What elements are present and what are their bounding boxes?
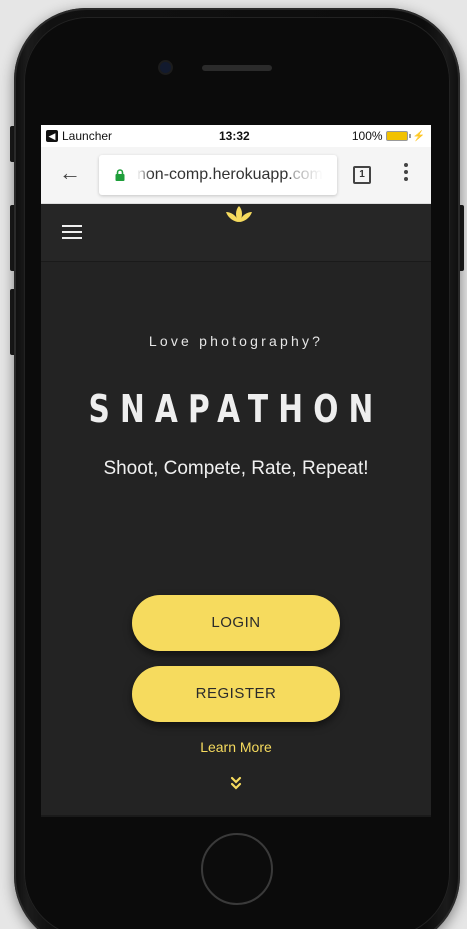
double-chevron-down-icon[interactable]: [230, 776, 242, 790]
back-to-app-icon: ◀: [46, 130, 58, 142]
url-text: non-comp.herokuapp.com: [137, 166, 323, 184]
arrow-left-icon[interactable]: ←: [59, 161, 83, 185]
status-time: 13:32: [219, 129, 250, 143]
vertical-dots-icon[interactable]: [402, 163, 410, 187]
front-camera: [160, 62, 171, 73]
lock-icon: [115, 169, 125, 181]
charging-icon: ⚡: [412, 130, 425, 142]
tab-switcher-button[interactable]: 1: [353, 166, 371, 184]
browser-toolbar: ← non-comp.herokuapp.com 1: [41, 147, 431, 204]
url-host: non-comp.herokuapp.: [137, 166, 293, 183]
battery-icon: [385, 131, 411, 141]
battery-status: 100% ⚡: [352, 129, 425, 143]
home-button[interactable]: [201, 833, 273, 905]
launcher-label: Launcher: [62, 129, 113, 143]
app-header: [41, 204, 431, 262]
screen: ◀ Launcher 13:32 100% ⚡ ← non-comp.herok…: [41, 125, 431, 817]
tagline: Love photography?: [148, 333, 324, 349]
battery-percent: 100%: [351, 129, 383, 143]
lotus-icon: [226, 206, 252, 222]
screen-edge: [41, 815, 431, 817]
register-button[interactable]: REGISTER: [132, 666, 340, 722]
hamburger-icon[interactable]: [62, 225, 82, 241]
learn-more-link[interactable]: Learn More: [41, 739, 431, 755]
url-tld: com: [292, 166, 323, 183]
brand-title: SNAPATHON: [88, 387, 384, 431]
subtitle: Shoot, Compete, Rate, Repeat!: [103, 458, 369, 479]
launcher-back[interactable]: ◀ Launcher: [46, 129, 112, 143]
login-button[interactable]: LOGIN: [132, 595, 340, 651]
device-frame: ◀ Launcher 13:32 100% ⚡ ← non-comp.herok…: [0, 0, 467, 929]
status-bar: ◀ Launcher 13:32 100% ⚡: [41, 125, 431, 147]
earpiece-speaker: [202, 65, 272, 71]
address-bar[interactable]: non-comp.herokuapp.com: [99, 155, 337, 195]
